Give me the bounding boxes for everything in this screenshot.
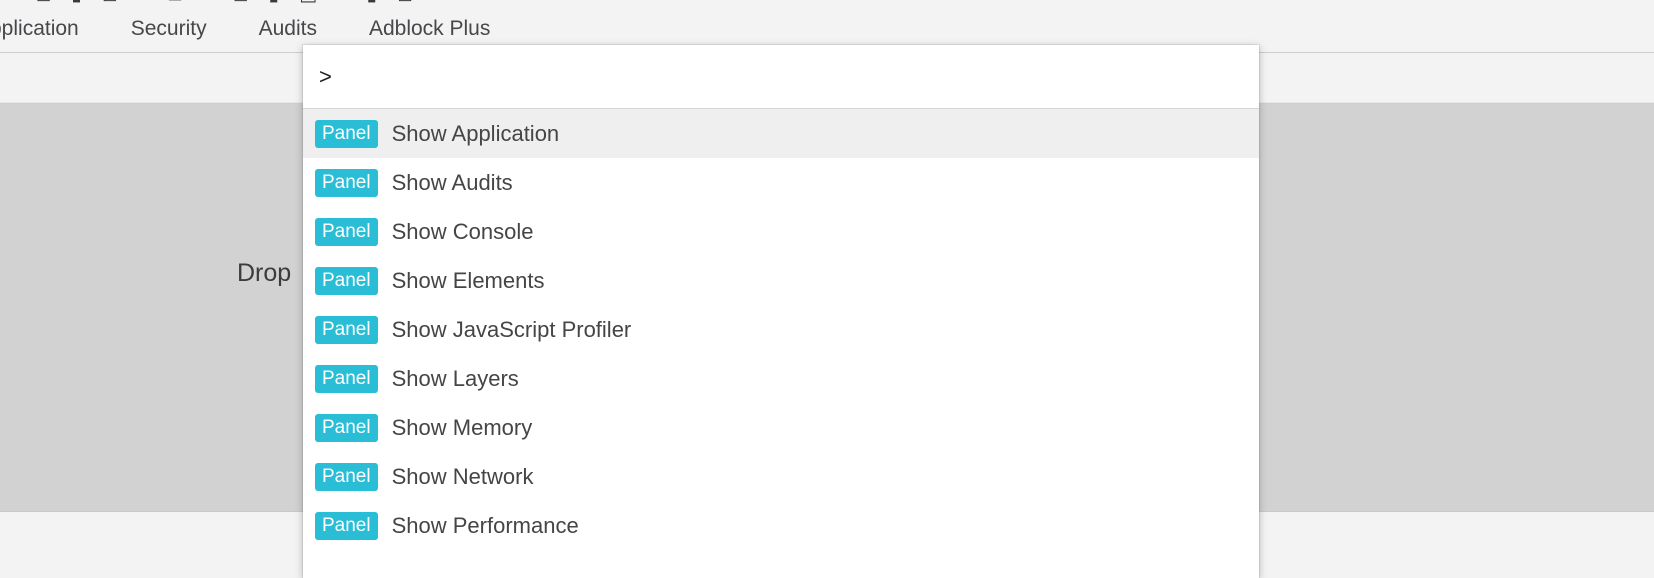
- command-item-show-console[interactable]: Panel Show Console: [303, 207, 1259, 256]
- command-item-label: Show JavaScript Profiler: [391, 316, 632, 342]
- command-item-label: Show Audits: [391, 169, 513, 195]
- panel-badge: Panel: [315, 364, 378, 393]
- panel-badge: Panel: [315, 413, 378, 442]
- panel-badge: Panel: [315, 217, 378, 246]
- tab-security[interactable]: Security: [105, 6, 233, 52]
- command-item-show-javascript-profiler[interactable]: Panel Show JavaScript Profiler: [303, 305, 1259, 354]
- panel-badge: Panel: [315, 266, 378, 295]
- clipped-top-toolbar: ▾ ◻ ▮ ◻ ▾ ⊞ ▾ ◻ ▮ ▣ ▾ ▮ ◻: [0, 0, 1654, 6]
- panel-badge: Panel: [315, 168, 378, 197]
- panel-badge: Panel: [315, 119, 378, 148]
- command-item-show-memory[interactable]: Panel Show Memory: [303, 403, 1259, 452]
- command-item-label: Show Application: [391, 120, 560, 146]
- command-item-show-network[interactable]: Panel Show Network: [303, 452, 1259, 501]
- command-palette-input[interactable]: [303, 45, 1259, 108]
- command-item-label: Show Console: [391, 218, 534, 244]
- command-palette-input-row: [303, 45, 1259, 109]
- clipped-toolbar-glyphs: ▾ ◻ ▮ ◻ ▾ ⊞ ▾ ◻ ▮ ▣ ▾ ▮ ◻: [6, 0, 420, 5]
- command-item-label: Show Memory: [391, 414, 533, 440]
- command-item-show-elements[interactable]: Panel Show Elements: [303, 256, 1259, 305]
- devtools-window: ▾ ◻ ▮ ◻ ▾ ⊞ ▾ ◻ ▮ ▣ ▾ ▮ ◻ pplication Sec…: [0, 0, 1654, 578]
- tab-application[interactable]: pplication: [0, 6, 105, 52]
- drop-hint-text: Drop: [237, 259, 292, 287]
- panel-badge: Panel: [315, 511, 378, 540]
- panel-badge: Panel: [315, 462, 378, 491]
- command-palette-list: Panel Show Application Panel Show Audits…: [303, 109, 1259, 578]
- command-item-show-application[interactable]: Panel Show Application: [303, 109, 1259, 158]
- command-item-label: Show Elements: [391, 267, 545, 293]
- command-palette: Panel Show Application Panel Show Audits…: [303, 45, 1259, 578]
- command-item-show-performance[interactable]: Panel Show Performance: [303, 501, 1259, 550]
- command-item-label: Show Performance: [391, 512, 579, 538]
- command-item-label: Show Network: [391, 463, 534, 489]
- command-item-label: Show Layers: [391, 365, 519, 391]
- panel-badge: Panel: [315, 315, 378, 344]
- command-item-show-audits[interactable]: Panel Show Audits: [303, 158, 1259, 207]
- command-item-show-layers[interactable]: Panel Show Layers: [303, 354, 1259, 403]
